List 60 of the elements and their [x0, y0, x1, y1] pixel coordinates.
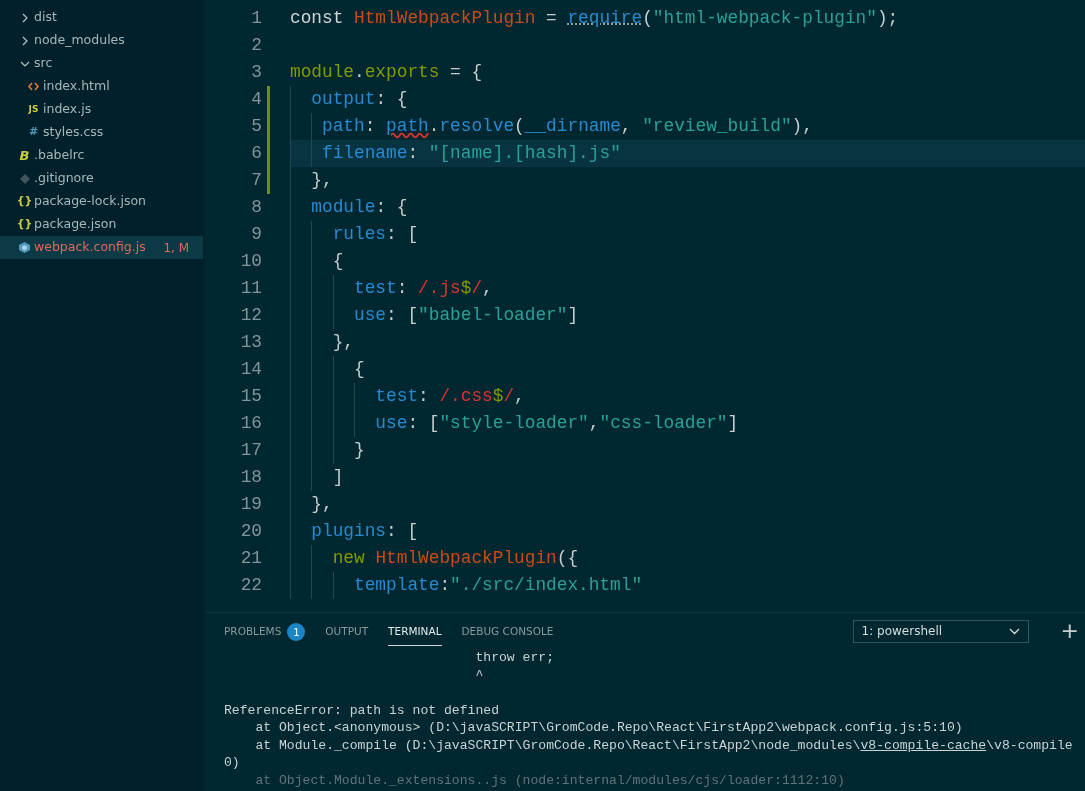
- file-tree-item[interactable]: .gitignore: [0, 167, 203, 190]
- line-number: 20: [239, 520, 262, 544]
- terminal-name: 1: powershell: [861, 623, 943, 640]
- line-number: 16: [239, 412, 262, 436]
- code-line: module.exports = {: [290, 61, 484, 84]
- line-number: 18: [239, 466, 262, 490]
- line-number: 14: [239, 358, 262, 382]
- terminal-line: throw err;: [474, 649, 556, 667]
- file-status: 1, M: [163, 239, 189, 257]
- file-tree-item[interactable]: index.html: [0, 75, 203, 98]
- panel-tab[interactable]: TERMINAL: [388, 616, 442, 646]
- file-tree-item[interactable]: webpack.config.js 1, M: [0, 236, 203, 259]
- line-number: 1: [250, 7, 262, 31]
- diamond-icon: [19, 173, 30, 184]
- chevron-down-icon: [1008, 627, 1020, 635]
- line-number: 5: [250, 115, 262, 139]
- code-line: const HtmlWebpackPlugin = require("html-webpack-plugin");: [290, 7, 900, 30]
- line-number: 6: [250, 142, 262, 166]
- add-terminal-button[interactable]: +: [1060, 620, 1079, 642]
- line-number: 9: [250, 223, 262, 247]
- line-number: 12: [239, 304, 262, 328]
- line-number: 19: [239, 493, 262, 517]
- line-number: 15: [239, 385, 262, 409]
- braces-icon: {}: [16, 216, 33, 233]
- braces-icon: {}: [16, 193, 33, 210]
- terminal-line: ^: [474, 666, 485, 684]
- line-number: 22: [239, 574, 262, 598]
- panel-tab[interactable]: OUTPUT: [325, 616, 369, 646]
- count-badge: 1: [287, 623, 306, 641]
- terminal-line: at Object.<anonymous> (D:\javaSCRIPT\GromCode.Repo\React\FirstApp2\webpack.config.js:5:10): [254, 719, 964, 737]
- file-tree-item[interactable]: node_modules: [0, 29, 203, 52]
- line-number: 17: [239, 439, 262, 463]
- panel-tab[interactable]: PROBLEMS 1: [224, 615, 306, 647]
- code-brackets-icon: [28, 82, 39, 91]
- hash-icon: #: [28, 124, 39, 141]
- file-tree-item[interactable]: dist: [0, 6, 203, 29]
- file-tree-item[interactable]: # styles.css: [0, 121, 203, 144]
- js-icon: JS: [28, 102, 39, 117]
- file-tree-item[interactable]: {}package.json: [0, 213, 203, 236]
- terminal-line: at Module._compile (D:\javaSCRIPT\GromCode.Repo\React\FirstApp2\node_modules\v8-compile-cache\v8-compile: [254, 736, 1074, 754]
- cube-icon: [19, 242, 30, 253]
- file-tree-item[interactable]: src: [0, 52, 203, 75]
- line-number: 10: [239, 250, 262, 274]
- line-number: 11: [239, 277, 262, 301]
- babel-icon: B: [19, 145, 30, 166]
- terminal-line: at Object.Module._extensions..js (node:internal/modules/cjs/loader:1112:10): [254, 771, 846, 789]
- terminal-select[interactable]: 1: powershell: [852, 619, 1029, 643]
- line-number: 4: [250, 88, 262, 112]
- line-number: 8: [250, 196, 262, 220]
- file-tree-item[interactable]: {}package-lock.json: [0, 190, 203, 213]
- file-tree-item[interactable]: B .babelrc: [0, 144, 203, 167]
- file-tree-item[interactable]: JS index.js: [0, 98, 203, 121]
- line-number: 3: [250, 61, 262, 85]
- terminal-line: ReferenceError: path is not defined: [224, 701, 500, 719]
- line-number: 13: [239, 331, 262, 355]
- panel-tab[interactable]: DEBUG CONSOLE: [461, 616, 554, 646]
- terminal-line: 0): [224, 754, 241, 772]
- line-number: 2: [250, 34, 262, 58]
- line-number: 7: [250, 169, 262, 193]
- line-number: 21: [239, 547, 262, 571]
